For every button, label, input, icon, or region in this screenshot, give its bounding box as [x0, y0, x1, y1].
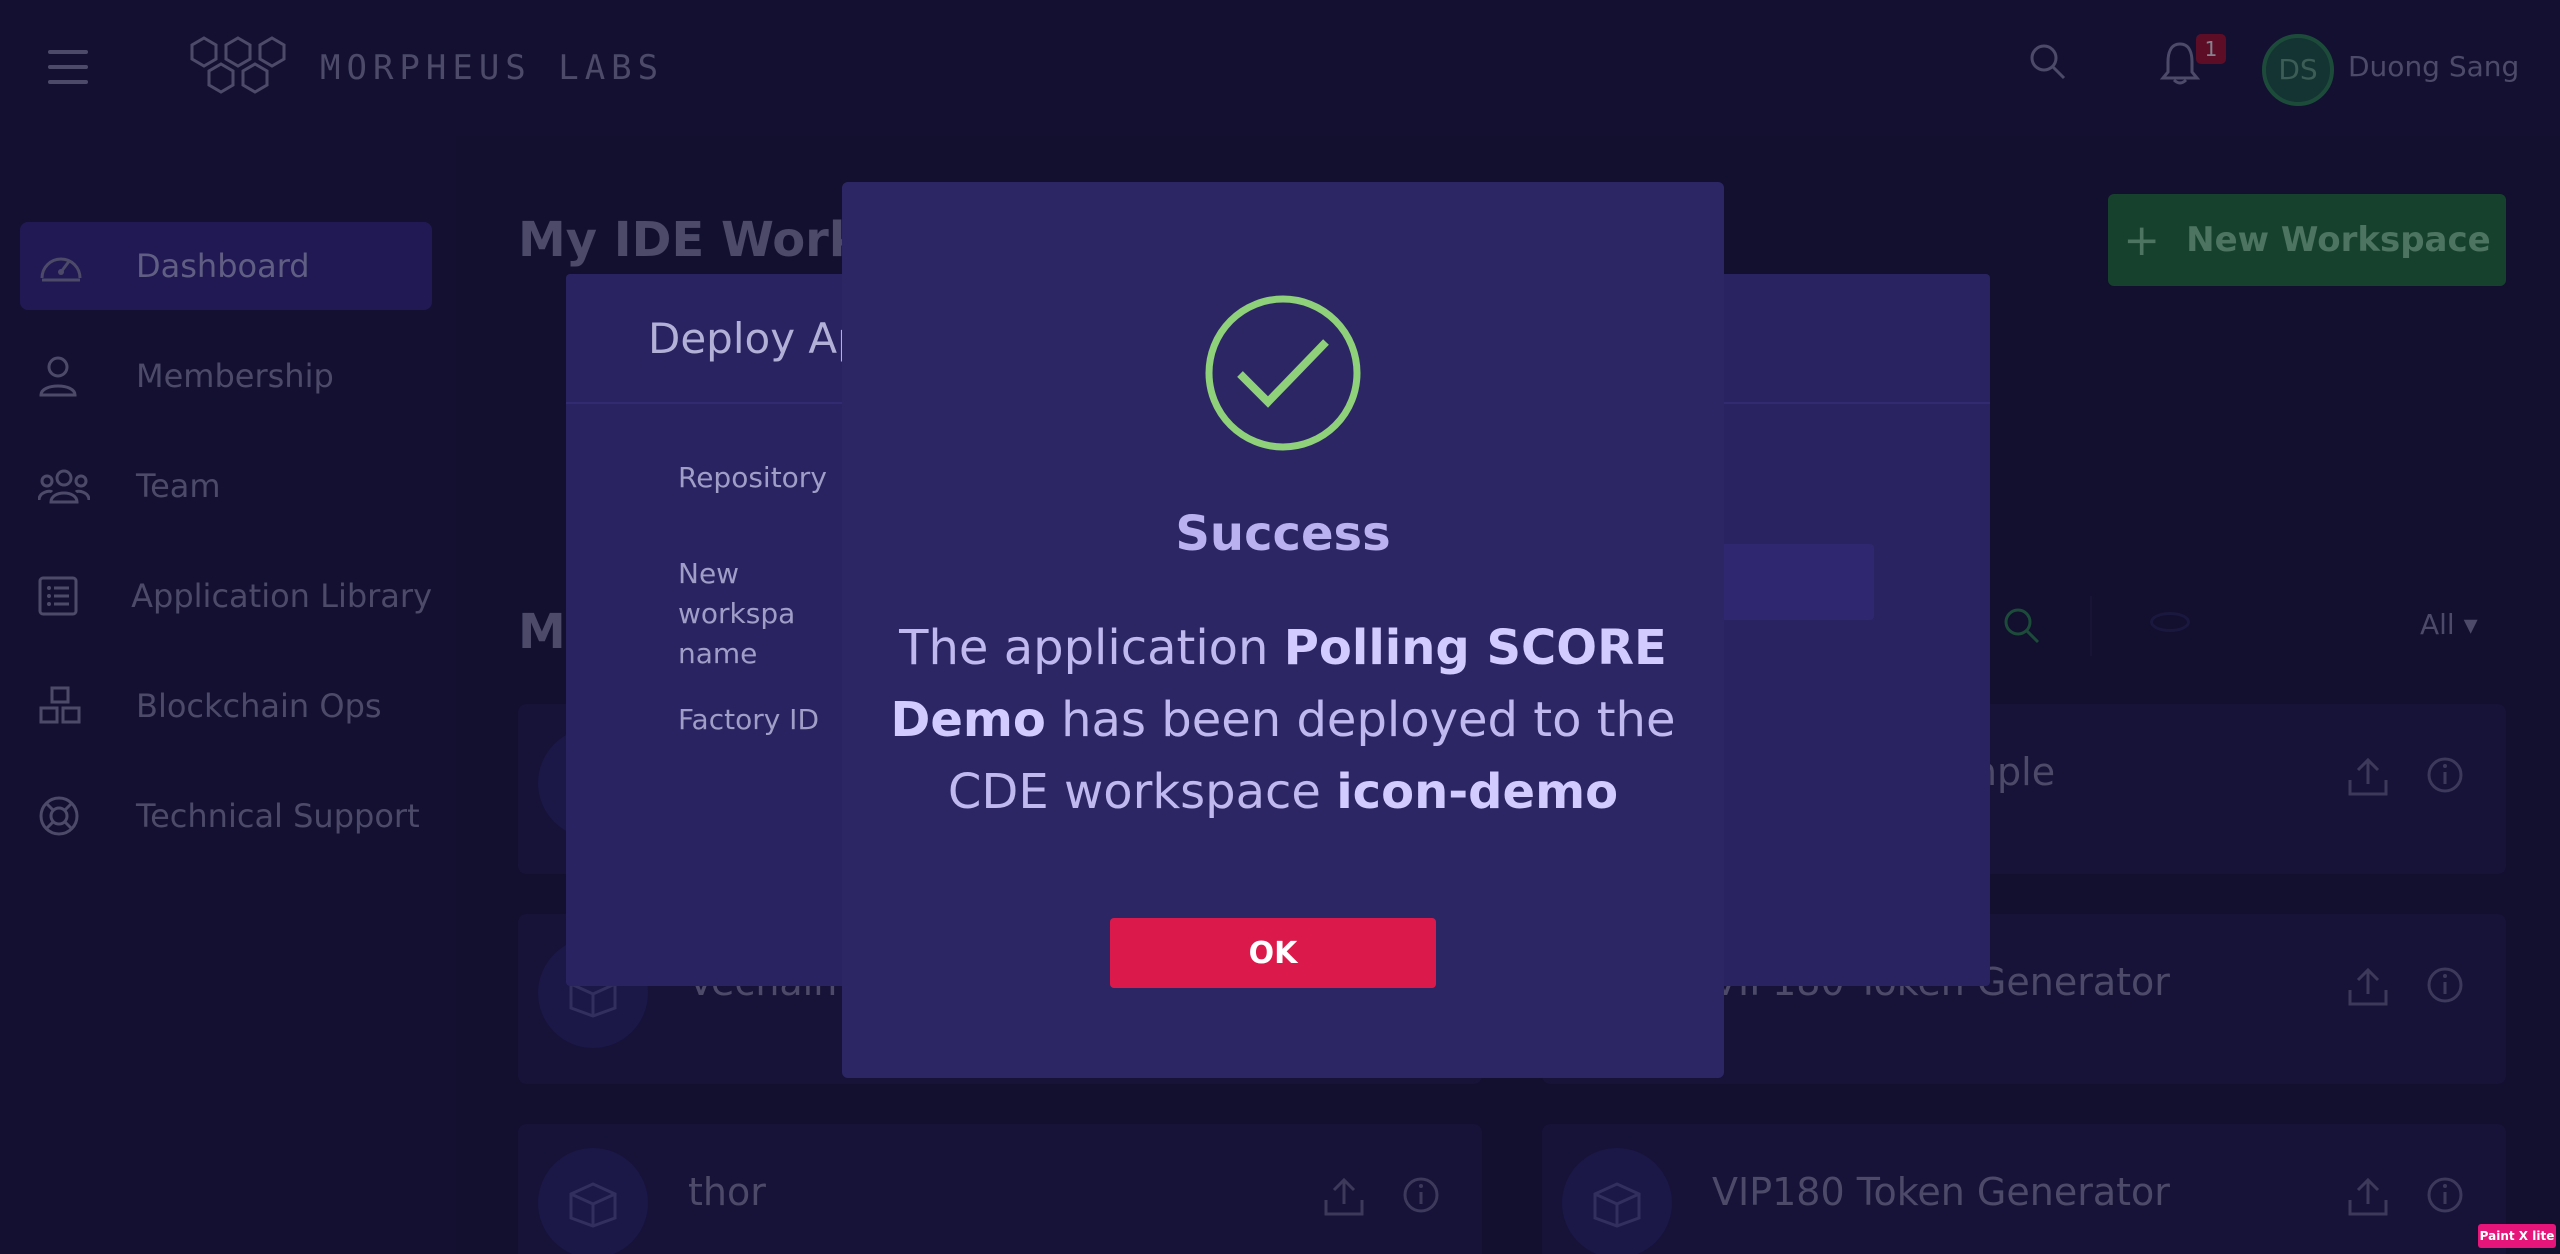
modal-title: Success [1175, 506, 1391, 562]
deploy-dialog-title: Deploy Ap [648, 314, 864, 363]
workspace-name: icon-demo [1336, 764, 1619, 820]
success-check-icon [1205, 295, 1361, 451]
message-prefix: The application [899, 620, 1284, 676]
success-modal: Success The application Polling SCORE De… [842, 182, 1724, 1078]
workspace-name-label: New workspa name [678, 557, 796, 670]
repository-label: Repository [678, 461, 827, 494]
factory-id-label: Factory ID [678, 703, 819, 736]
watermark-tag: Paint X lite [2478, 1224, 2556, 1248]
ok-button[interactable]: OK [1110, 918, 1436, 988]
modal-message: The application Polling SCORE Demo has b… [862, 612, 1704, 828]
